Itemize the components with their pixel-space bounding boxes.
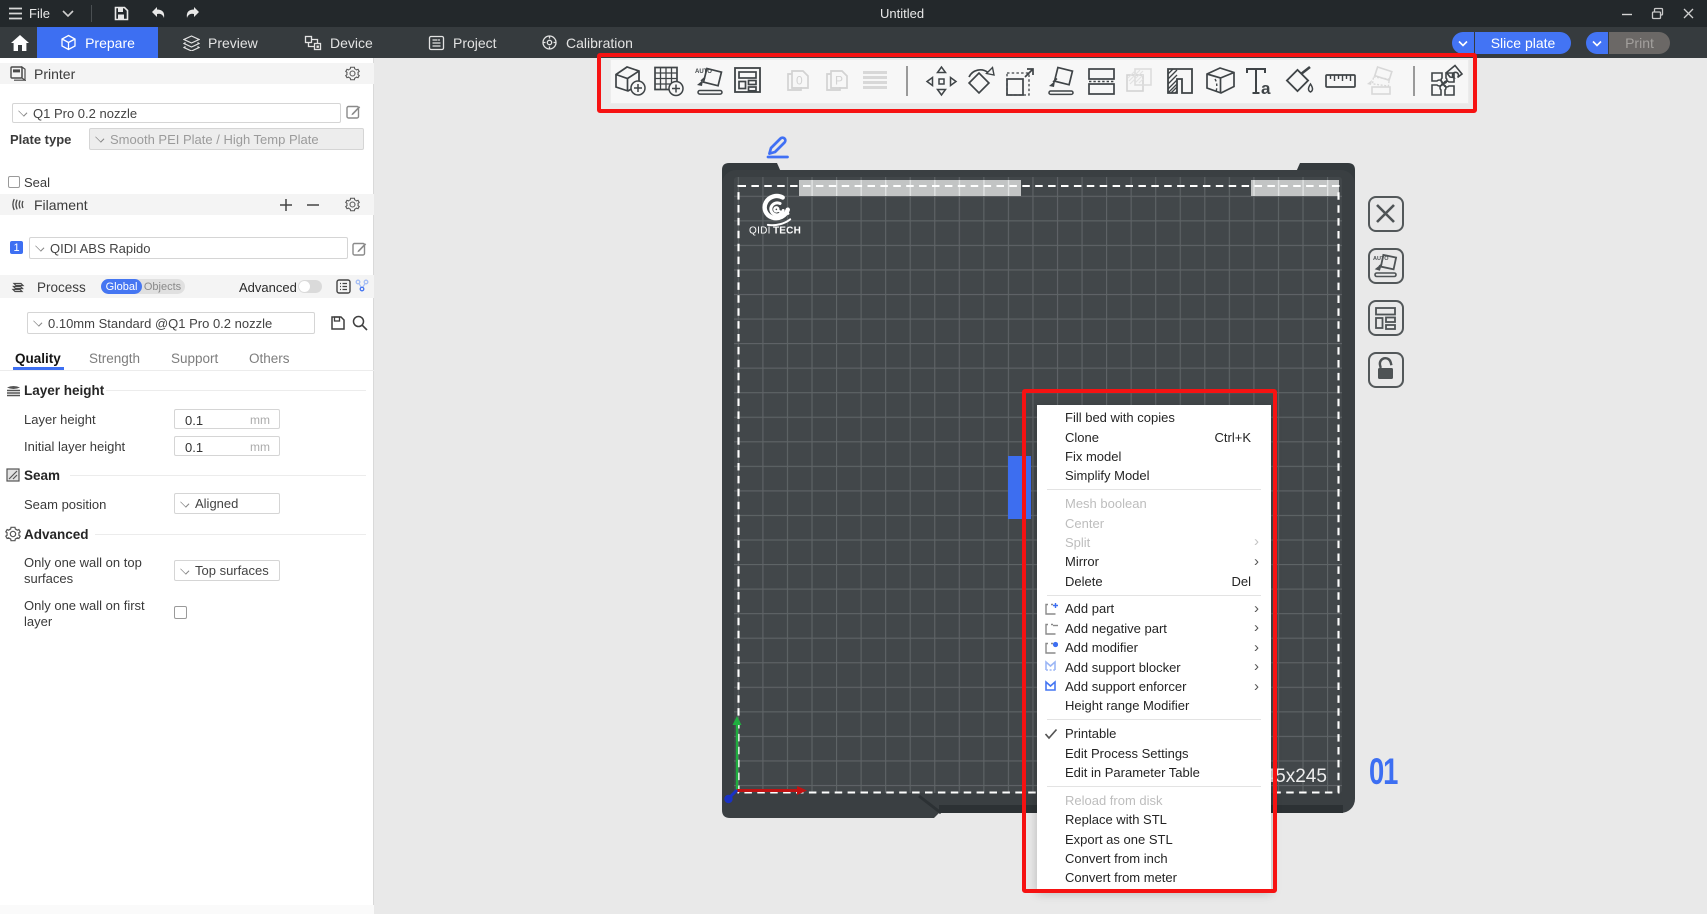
svg-text:QIDI: QIDI: [749, 226, 771, 237]
svg-text:TECH: TECH: [773, 226, 801, 237]
svg-text:AUTO: AUTO: [1373, 256, 1389, 262]
